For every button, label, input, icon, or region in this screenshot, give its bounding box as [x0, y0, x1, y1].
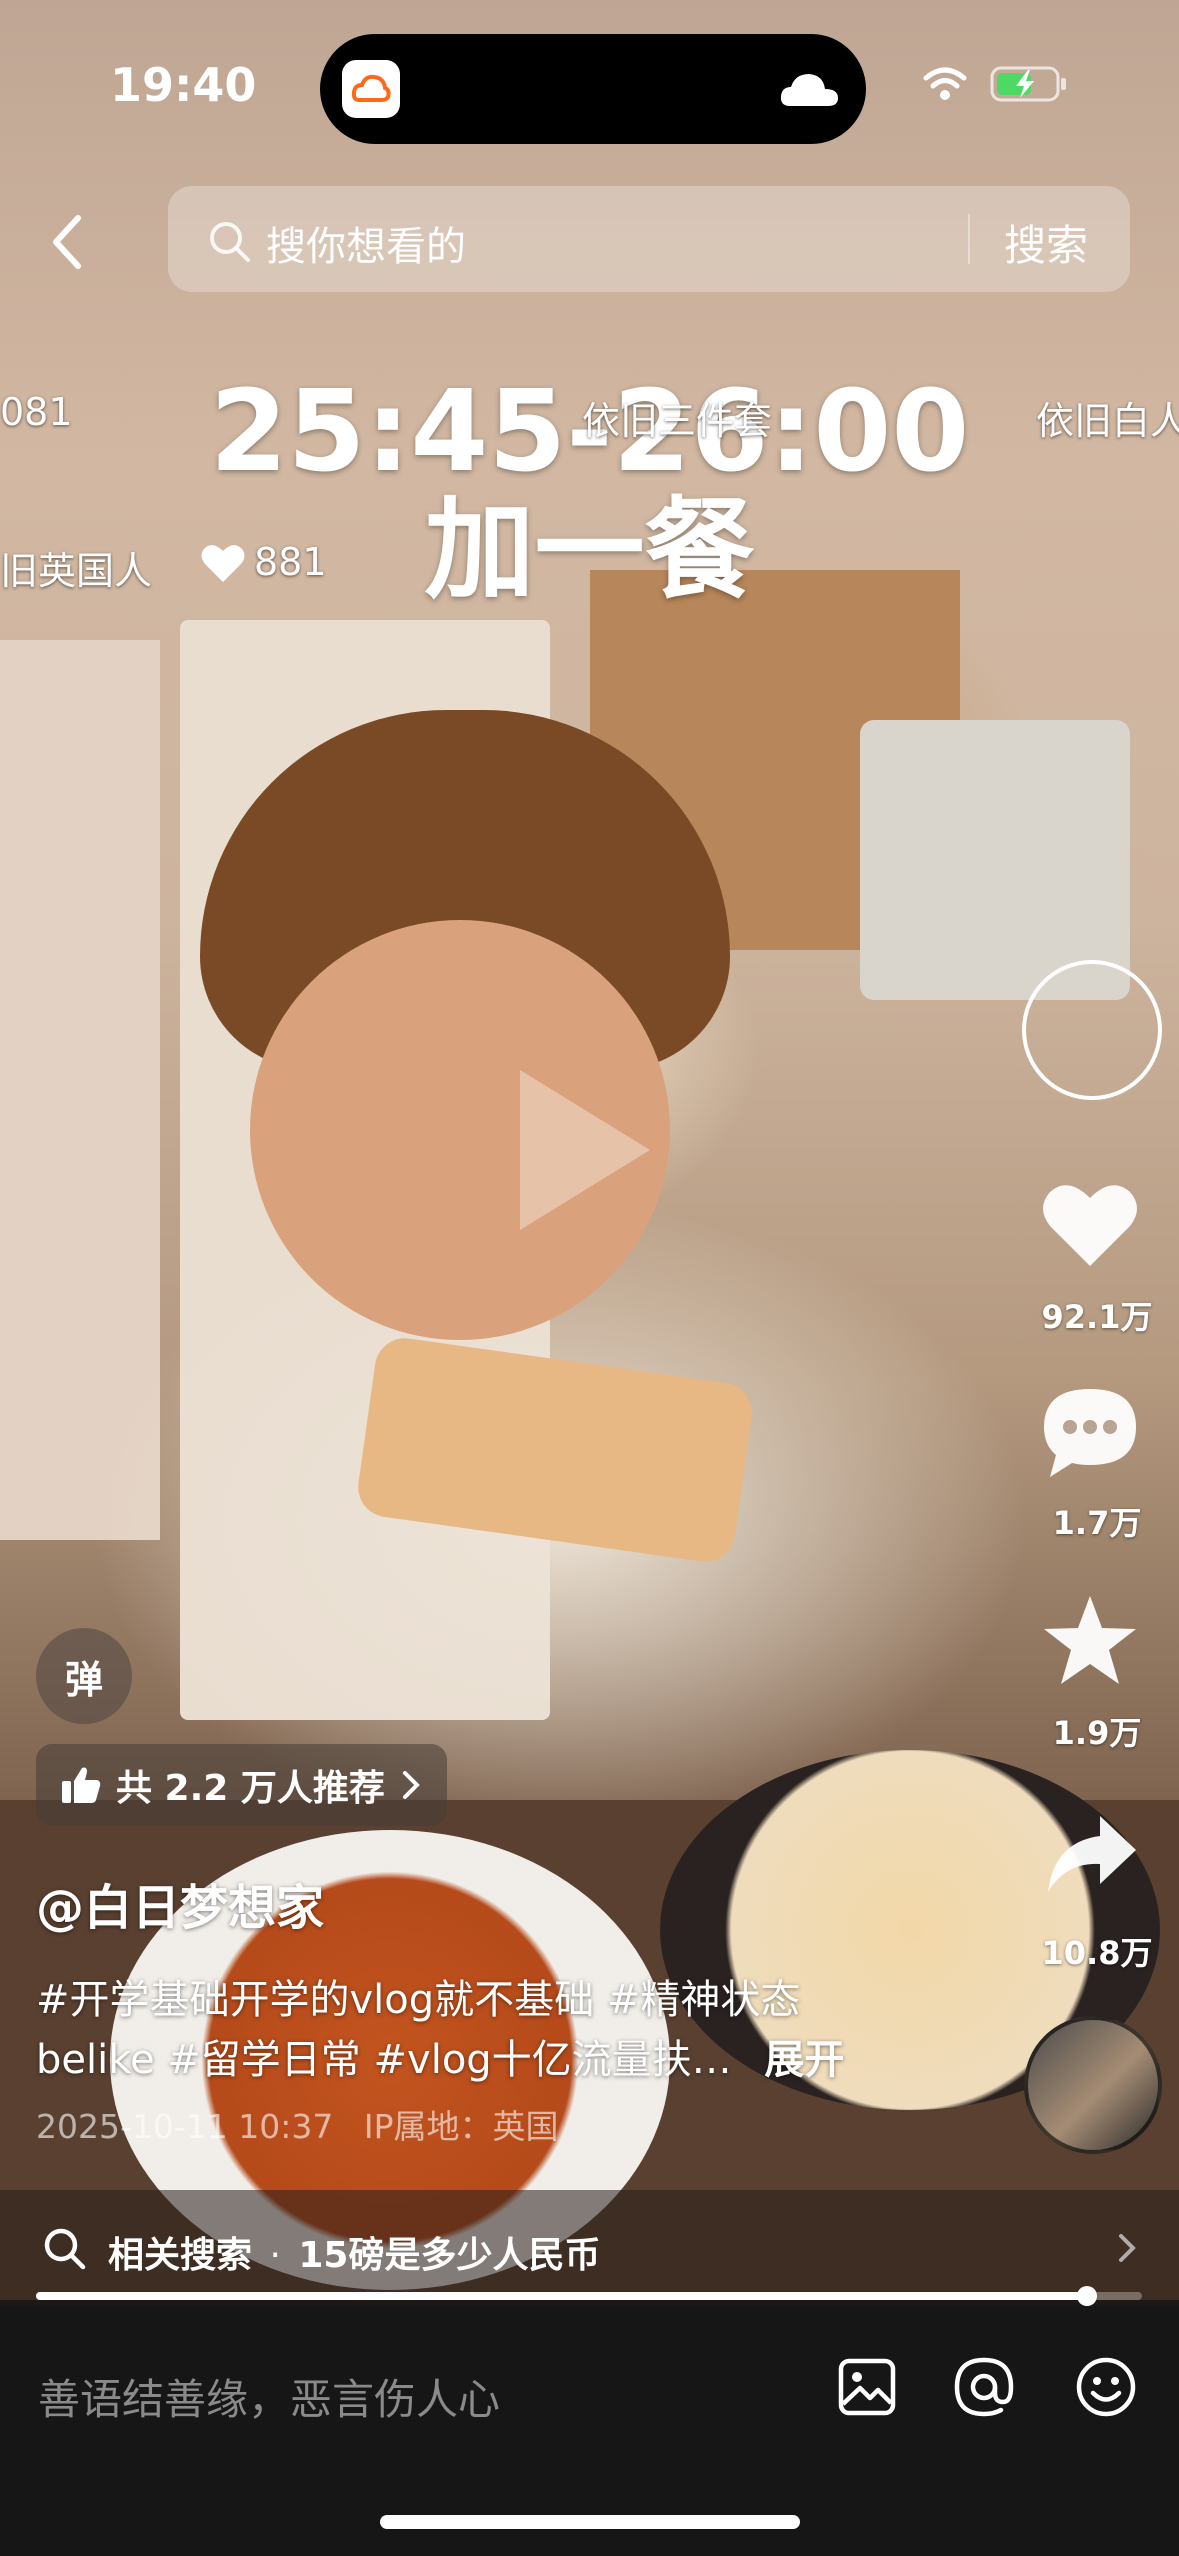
home-indicator[interactable]: [380, 2515, 800, 2529]
star-icon[interactable]: [1040, 1592, 1140, 1688]
search-divider: [968, 214, 970, 264]
tote-bag-scene: [860, 720, 1130, 1000]
video-progress-bar[interactable]: [36, 2286, 1142, 2306]
related-search-label: 相关搜索: [108, 2235, 253, 2276]
recommend-pill[interactable]: 共 2.2 万人推荐: [36, 1744, 447, 1826]
speech-bubble-icon[interactable]: [1040, 1385, 1140, 1481]
danmaku-like-count: 881: [254, 540, 327, 584]
status-time: 19:40: [110, 58, 257, 112]
related-search-text: 相关搜索 · 15磅是多少人民币: [108, 2226, 600, 2278]
related-search-query: 15磅是多少人民币: [298, 2235, 601, 2276]
emoji-icon[interactable]: [1075, 2356, 1137, 2418]
danmaku-toggle-label: 弹: [64, 1657, 103, 1702]
search-button[interactable]: 搜索: [1004, 212, 1088, 273]
chevron-right-icon: [1119, 2234, 1136, 2262]
thumbs-up-icon: [62, 1767, 101, 1803]
search-input[interactable]: 搜你想看的: [266, 214, 466, 272]
danmaku-item: 依旧三件套: [582, 399, 773, 443]
chevron-right-icon: [402, 1771, 420, 1799]
danmaku-item: 依旧白人: [1036, 399, 1179, 443]
search-icon: [44, 2228, 86, 2270]
video-progress-handle[interactable]: [1076, 2286, 1097, 2306]
battery-icon: [990, 66, 1066, 102]
search-bar[interactable]: 搜你想看的 搜索: [168, 186, 1130, 292]
favorite-count: 1.9万: [1052, 1714, 1142, 1752]
video-player[interactable]: [0, 0, 1179, 2300]
back-chevron-icon[interactable]: [48, 212, 88, 272]
share-arrow-icon[interactable]: [1044, 1812, 1140, 1896]
like-count: 92.1万: [1041, 1298, 1153, 1336]
post-description: #开学基础开学的vlog就不基础 #精神状态belike #留学日常 #vlog…: [36, 1970, 916, 2090]
cloud-icon: [780, 74, 838, 106]
comment-count: 1.7万: [1052, 1504, 1142, 1542]
danmaku-item: 081: [0, 390, 73, 434]
post-date: 2025-10-11 10:37: [36, 2107, 334, 2146]
danmaku-heart-icon: [201, 545, 245, 582]
post-ip: IP属地：英国: [363, 2107, 559, 2146]
video-progress-fill: [36, 2292, 1087, 2300]
post-hashtags[interactable]: #开学基础开学的vlog就不基础 #精神状态belike #留学日常 #vlog…: [36, 1977, 800, 2083]
share-count: 10.8万: [1041, 1934, 1153, 1972]
author-name[interactable]: @白日梦想家: [36, 1868, 324, 1938]
at-icon[interactable]: [953, 2356, 1015, 2418]
author-avatar[interactable]: [1022, 960, 1162, 1100]
play-icon[interactable]: [510, 1060, 660, 1240]
image-icon[interactable]: [838, 2358, 896, 2416]
post-meta: 2025-10-11 10:37 IP属地：英国: [36, 2100, 559, 2148]
related-search-dot: ·: [269, 2235, 281, 2276]
music-disc-avatar[interactable]: [1024, 2016, 1162, 2154]
search-icon: [210, 222, 250, 262]
comment-input[interactable]: 善语结善缘，恶言伤人心: [38, 2366, 500, 2427]
danmaku-toggle-button[interactable]: 弹: [36, 1628, 132, 1724]
status-bar: 19:40: [0, 0, 1179, 170]
wifi-icon: [923, 67, 967, 100]
related-search-bar[interactable]: 相关搜索 · 15磅是多少人民币: [0, 2190, 1179, 2306]
recommend-text: 共 2.2 万人推荐: [116, 1768, 385, 1809]
heart-icon[interactable]: [1040, 1180, 1140, 1270]
expand-button[interactable]: 展开: [764, 2037, 844, 2083]
dynamic-island: [320, 34, 866, 144]
cloud-app-icon: [342, 60, 400, 118]
danmaku-item: 旧英国人: [0, 549, 153, 593]
video-caption-title: 加一餐: [424, 486, 755, 614]
